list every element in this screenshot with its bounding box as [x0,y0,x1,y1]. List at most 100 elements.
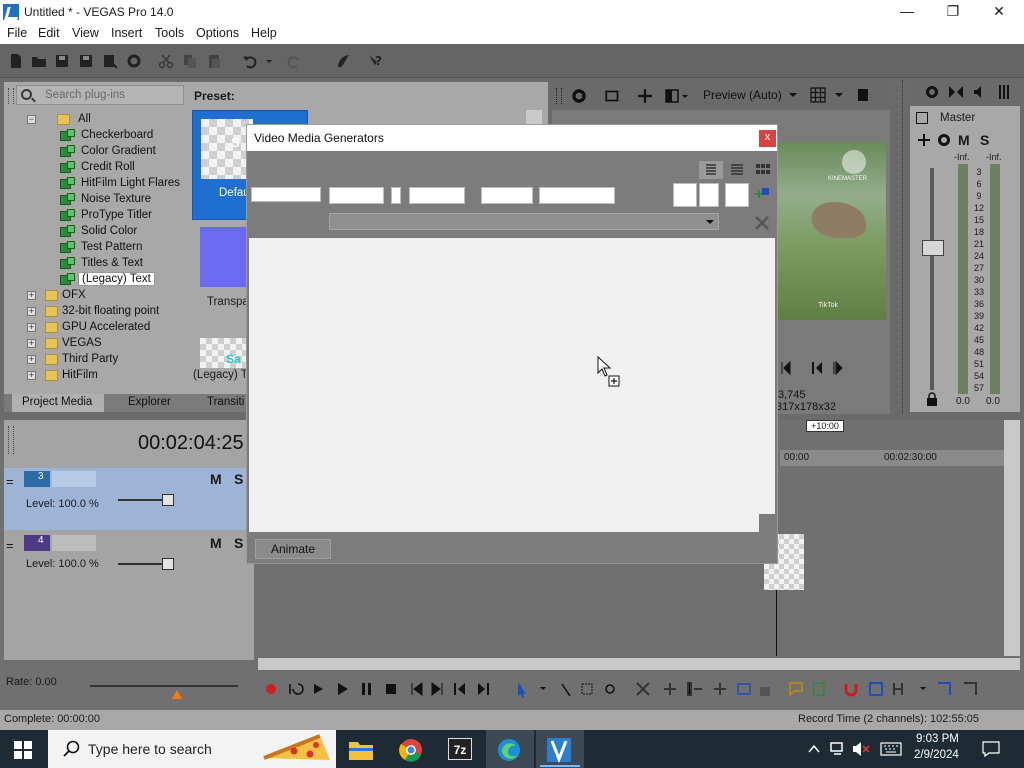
minimize-track-button[interactable]: = [6,538,14,553]
expand-icon[interactable]: + [27,307,36,316]
track-name-field[interactable] [52,535,96,551]
animate-button[interactable]: Animate [255,539,331,559]
solo-button[interactable]: S [234,535,243,551]
expand-icon[interactable]: + [27,323,36,332]
clock-date[interactable]: 2/9/2024 [914,749,959,761]
menu-insert[interactable]: Insert [111,26,142,40]
track-3-header[interactable]: = 3 Level: 100.0 % M S [4,468,254,530]
preset-thumbnail-transparent[interactable] [200,227,252,287]
dialog-resize-corner[interactable] [759,514,775,532]
expand-icon[interactable]: + [27,339,36,348]
timeline-vscrollbar[interactable] [1004,420,1020,656]
track-name-field[interactable] [52,471,96,487]
undo-icon[interactable] [242,53,258,69]
preset-field-2[interactable] [329,187,384,204]
level-slider-handle[interactable] [162,558,174,570]
timeline-hscrollbar[interactable] [258,658,1020,670]
network-icon[interactable] [830,742,846,756]
cut-icon[interactable] [158,53,174,69]
transport-controls[interactable] [264,680,498,698]
mixer-downmix-icon[interactable] [948,84,964,100]
chevron-down-icon[interactable] [834,90,844,100]
preset-field-4[interactable] [409,187,465,204]
redo-icon[interactable] [286,53,302,69]
mixer-gear-icon[interactable] [924,84,940,100]
preset-dropdown[interactable] [329,213,719,230]
preset-field-3[interactable] [391,187,401,204]
keyboard-icon[interactable] [880,742,902,756]
new-file-icon[interactable] [8,53,24,69]
master-fx-icon[interactable] [916,132,932,148]
mute-button[interactable]: M [210,471,222,487]
delete-preset-icon[interactable] [753,214,771,232]
menu-file[interactable]: File [7,26,27,40]
tab-explorer[interactable]: Explorer [116,394,186,412]
menu-options[interactable]: Options [196,26,239,40]
track-4-header[interactable]: = 4 Level: 100.0 % M S [4,532,254,594]
collapse-icon[interactable]: − [27,115,36,124]
menu-view[interactable]: View [72,26,99,40]
minimize-button[interactable]: — [884,0,930,24]
overlays-grid-icon[interactable] [810,87,826,103]
solo-button[interactable]: S [234,471,243,487]
event-edit-tools[interactable] [634,680,774,698]
preview-quality-select[interactable]: Preview (Auto) [703,88,782,102]
mute-button[interactable]: M [210,535,222,551]
plugin-chain-icon[interactable] [753,186,771,204]
plugin-chooser-icon[interactable] [335,53,351,69]
external-monitor-icon[interactable] [604,87,622,105]
preset-field-5[interactable] [481,187,533,204]
volume-muted-icon[interactable] [852,741,870,757]
open-folder-icon[interactable] [31,53,47,69]
chevron-down-icon[interactable] [705,217,715,227]
panel-grip[interactable] [8,88,14,104]
preset-field-6[interactable] [539,187,615,204]
7zip-icon[interactable]: 7z [448,738,472,760]
split-screen-icon[interactable] [664,87,694,105]
menu-help[interactable]: Help [251,26,277,40]
expand-icon[interactable]: + [27,291,36,300]
clock-time[interactable]: 9:03 PM [916,733,959,745]
preset-button-2[interactable] [699,183,719,207]
menu-edit[interactable]: Edit [38,26,60,40]
rate-slider-handle[interactable] [172,690,182,699]
maximize-button[interactable]: ❐ [930,0,976,24]
mixer-sliders-icon[interactable] [996,84,1012,100]
file-explorer-icon[interactable] [348,739,374,761]
view-details-icon[interactable] [729,161,745,179]
dialog-close-button[interactable]: x [759,130,776,147]
paste-icon[interactable] [206,53,222,69]
render-as-icon[interactable] [102,53,118,69]
master-solo-button[interactable]: S [980,132,989,148]
plugin-search-input[interactable]: Search plug-ins [16,85,184,105]
level-slider-handle[interactable] [162,494,174,506]
save-icon[interactable] [54,53,70,69]
preview-properties-gear-icon[interactable] [570,87,588,105]
view-list-icon[interactable] [699,161,723,179]
expand-icon[interactable]: + [27,355,36,364]
panel-grip[interactable] [556,88,562,104]
vegas-taskbar-icon[interactable] [546,737,572,763]
snap-tools[interactable] [788,680,982,698]
panel-grip[interactable] [8,426,14,454]
master-fader-handle[interactable] [922,240,944,256]
dialog-title-bar[interactable]: Video Media Generators x [247,125,777,151]
expand-icon[interactable]: + [27,371,36,380]
view-grid-icon[interactable] [755,161,771,179]
preset-thumbnail-legacy[interactable]: Sa [200,338,248,368]
master-mute-button[interactable]: M [958,132,970,148]
undo-dropdown-icon[interactable] [264,53,274,69]
chevron-up-icon[interactable] [808,744,820,754]
taskbar-search-box[interactable]: Type here to search [48,730,336,768]
chevron-down-icon[interactable] [788,90,798,100]
close-button[interactable]: ✕ [976,0,1022,24]
master-fader-track[interactable] [930,168,934,390]
master-bus-checkbox[interactable] [916,112,928,124]
tab-transitions[interactable]: Transiti [196,394,246,412]
master-gear-icon[interactable] [936,132,952,148]
rate-slider-track[interactable] [90,685,238,687]
preset-field-1[interactable] [251,187,321,202]
timeline-ruler[interactable]: 00:00 00:02:30:00 [780,450,1004,466]
lock-icon[interactable] [926,392,938,406]
minimize-track-button[interactable]: = [6,474,14,489]
